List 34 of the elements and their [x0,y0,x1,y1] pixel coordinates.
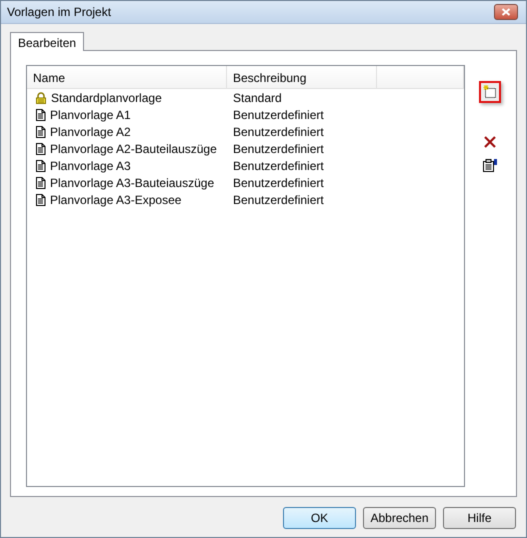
document-icon [35,160,46,172]
template-description: Standard [232,90,283,104]
template-name[interactable]: Planvorlage A1 [50,108,131,122]
dialog-button[interactable]: Hilfe [443,507,516,529]
template-description: Benutzerdefiniert [232,176,325,190]
document-icon [35,108,46,120]
template-name[interactable]: Planvorlage A2 [50,124,131,138]
template-name[interactable]: Standardplanvorlage [51,90,162,104]
close-button[interactable] [494,4,518,20]
template-name[interactable]: Planvorlage A3 [50,158,131,172]
properties-icon [482,157,498,173]
delete-icon [482,134,498,150]
close-icon [501,8,511,16]
new-item-icon [482,84,498,100]
column-header[interactable]: Beschreibung [227,66,377,88]
document-icon [35,194,46,206]
window-title: Vorlagen im Projekt [7,5,112,19]
column-header[interactable]: Name [27,66,227,88]
template-description: Benutzerdefiniert [232,108,325,122]
document-icon [35,142,46,154]
dialog-button[interactable]: Abbrechen [363,507,436,529]
template-description: Benutzerdefiniert [232,158,325,172]
template-description: Benutzerdefiniert [232,124,325,138]
document-icon [35,176,46,188]
template-name[interactable]: Planvorlage A3-Exposee [50,192,182,206]
document-icon [35,126,46,138]
dialog-button[interactable]: OK [283,507,356,529]
tab[interactable]: Bearbeiten [10,32,84,51]
lock-icon [35,92,47,104]
template-description: Benutzerdefiniert [232,142,325,156]
template-name[interactable]: Planvorlage A2-Bauteilauszüge [50,142,217,156]
new-button[interactable] [479,81,501,103]
template-name[interactable]: Planvorlage A3-Bauteiauszüge [50,176,214,190]
template-description: Benutzerdefiniert [232,192,325,206]
